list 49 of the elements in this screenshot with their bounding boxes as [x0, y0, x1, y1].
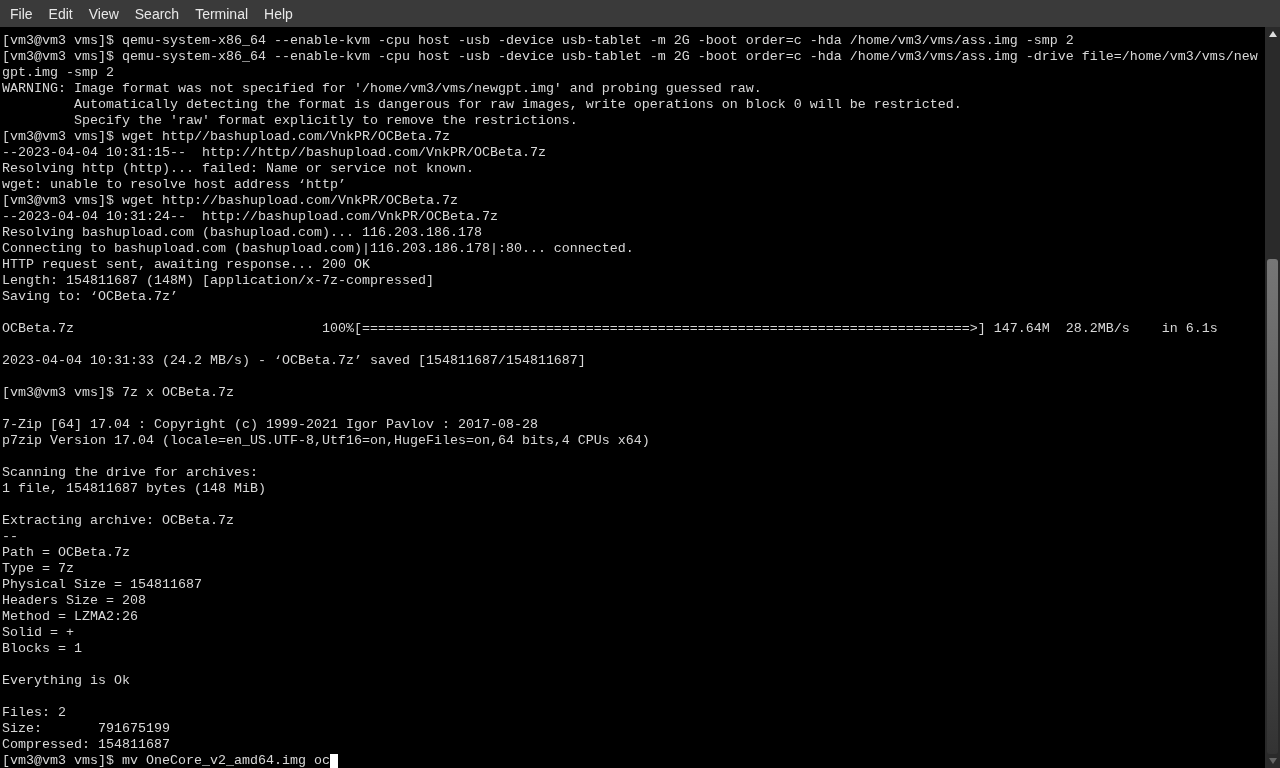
terminal-line: [vm3@vm3 vms]$ 7z x OCBeta.7z	[2, 385, 234, 401]
terminal-line: Saving to: ‘OCBeta.7z’	[2, 289, 178, 305]
menu-item[interactable]: Help	[256, 1, 301, 26]
terminal-line: 1 file, 154811687 bytes (148 MiB)	[2, 481, 266, 497]
terminal-line: Size: 791675199	[2, 721, 170, 737]
terminal-line: Specify the 'raw' format explicitly to remove the restrictions.	[72, 113, 578, 129]
menu-item[interactable]: View	[80, 1, 127, 26]
terminal-line: wget: unable to resolve host address ‘http’	[2, 177, 346, 193]
text-cursor	[329, 754, 338, 768]
terminal-line: Headers Size = 208	[2, 593, 146, 609]
terminal-line: --2023-04-04 10:31:15-- http://http//bashupload.com/VnkPR/OCBeta.7z	[2, 145, 546, 161]
terminal-line: gpt.img -smp 2	[2, 65, 114, 81]
terminal-line: Automatically detecting the format is dangerous for raw images, write operations on block 0 will be restricted.	[72, 97, 962, 113]
terminal-line: Physical Size = 154811687	[2, 577, 202, 593]
menu-item[interactable]: File	[2, 1, 41, 26]
terminal-line: OCBeta.7z 100%[============================================================================>] 147.64M 28.2MB/s in 6.1s	[2, 321, 1218, 337]
menu-item[interactable]: Search	[126, 1, 188, 26]
terminal-line: [vm3@vm3 vms]$ qemu-system-x86_64 --enable-kvm -cpu host -usb -device usb-tablet -m 2G -boot order=c -hda /home/vm3/vms/ass.img -smp 2	[2, 33, 1074, 49]
terminal-line: Files: 2	[2, 705, 66, 721]
terminal-line: Resolving bashupload.com (bashupload.com)... 116.203.186.178	[2, 225, 482, 241]
terminal-line: Connecting to bashupload.com (bashupload.com)|116.203.186.178|:80... connected.	[2, 241, 634, 257]
terminal-line: 7-Zip [64] 17.04 : Copyright (c) 1999-2021 Igor Pavlov : 2017-08-28	[2, 417, 538, 433]
terminal-line: Path = OCBeta.7z	[2, 545, 130, 561]
terminal-line: WARNING: Image format was not specified for '/home/vm3/vms/newgpt.img' and probing guessed raw.	[2, 81, 762, 97]
terminal-line: --	[2, 529, 18, 545]
terminal-line: [vm3@vm3 vms]$ wget http://bashupload.com/VnkPR/OCBeta.7z	[2, 193, 458, 209]
scroll-up-icon[interactable]	[1268, 31, 1277, 37]
terminal-line: p7zip Version 17.04 (locale=en_US.UTF-8,Utf16=on,HugeFiles=on,64 bits,4 CPUs x64)	[2, 433, 650, 449]
terminal-line: Resolving http (http)... failed: Name or service not known.	[2, 161, 474, 177]
terminal-line: 2023-04-04 10:31:33 (24.2 MB/s) - ‘OCBeta.7z’ saved [154811687/154811687]	[2, 353, 586, 369]
terminal-line: Everything is Ok	[2, 673, 130, 689]
terminal-line: Compressed: 154811687	[2, 737, 170, 753]
scrollbar[interactable]	[1265, 27, 1280, 768]
terminal-line: [vm3@vm3 vms]$ wget http//bashupload.com/VnkPR/OCBeta.7z	[2, 129, 450, 145]
terminal-line: --2023-04-04 10:31:24-- http://bashupload.com/VnkPR/OCBeta.7z	[2, 209, 498, 225]
scroll-down-icon[interactable]	[1268, 758, 1277, 764]
terminal-line: Scanning the drive for archives:	[2, 465, 258, 481]
scrollbar-thumb[interactable]	[1267, 259, 1278, 754]
terminal-line: [vm3@vm3 vms]$ qemu-system-x86_64 --enable-kvm -cpu host -usb -device usb-tablet -m 2G -boot order=c -hda /home/vm3/vms/ass.img -drive file=/home/vm3/vms/new	[2, 49, 1258, 65]
terminal-line: Type = 7z	[2, 561, 74, 577]
terminal-line: Blocks = 1	[2, 641, 82, 657]
terminal-line: Extracting archive: OCBeta.7z	[2, 513, 234, 529]
terminal-line: Length: 154811687 (148M) [application/x-7z-compressed]	[2, 273, 434, 289]
terminal-line: HTTP request sent, awaiting response... 200 OK	[2, 257, 370, 273]
menu-item[interactable]: Edit	[40, 1, 81, 26]
terminal-line: Method = LZMA2:26	[2, 609, 138, 625]
command-input[interactable]: [vm3@vm3 vms]$ mv OneCore_v2_amd64.img oc	[2, 753, 330, 768]
menu-item[interactable]: Terminal	[187, 1, 257, 26]
terminal-line: Solid = +	[2, 625, 74, 641]
